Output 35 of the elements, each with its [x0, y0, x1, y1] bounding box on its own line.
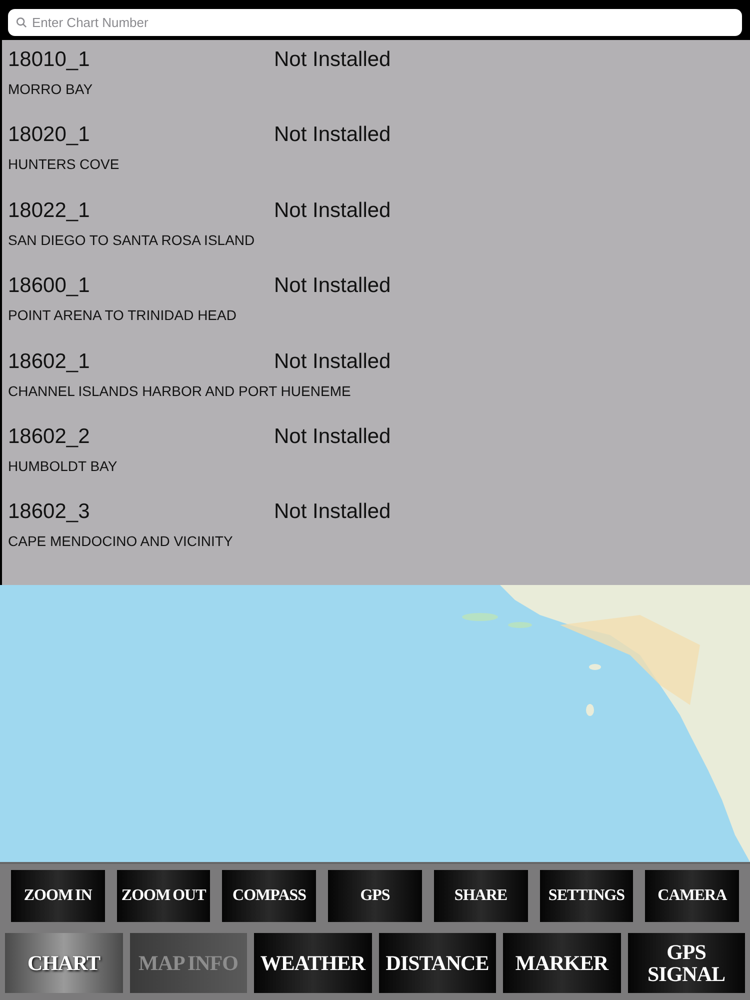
chart-name: SAN DIEGO TO SANTA ROSA ISLAND: [8, 232, 256, 248]
toolbar-button[interactable]: CHART: [5, 933, 122, 993]
install-status: Not Installed: [274, 198, 391, 223]
toolbar-button[interactable]: SETTINGS: [540, 870, 634, 922]
toolbar-button[interactable]: WEATHER: [254, 933, 372, 993]
install-status: Not Installed: [274, 274, 391, 298]
toolbar-button[interactable]: ZOOM IN: [11, 870, 105, 922]
toolbar-button[interactable]: COMPASS: [222, 870, 316, 922]
toolbar-button[interactable]: GPS: [328, 870, 422, 922]
search-field[interactable]: Enter Chart Number: [8, 9, 742, 36]
install-status: Not Installed: [274, 350, 391, 374]
install-status: Not Installed: [274, 500, 391, 524]
chart-number: 18022_1: [8, 198, 91, 223]
chart-number: 18600_1: [8, 274, 91, 298]
search-icon: [16, 17, 27, 28]
toolbar-button[interactable]: DISTANCE: [378, 933, 496, 993]
chart-number: 18020_1: [8, 123, 91, 148]
chart-name: POINT ARENA TO TRINIDAD HEAD: [8, 307, 238, 324]
toolbar-button[interactable]: MARKER: [503, 933, 620, 993]
chart-number: 18602_1: [8, 350, 91, 374]
chart-number: 18602_2: [8, 424, 91, 449]
install-status: Not Installed: [274, 123, 391, 148]
chart-name: HUMBOLDT BAY: [8, 458, 118, 474]
chart-name: MORRO BAY: [8, 81, 94, 97]
install-status: Not Installed: [274, 424, 391, 449]
install-status: Not Installed: [274, 48, 391, 72]
chart-name: CHANNEL ISLANDS HARBOR AND PORT HUENEME: [8, 382, 352, 399]
toolbar-button[interactable]: GPS SIGNAL: [628, 933, 745, 993]
toolbar-button[interactable]: SHARE: [434, 870, 528, 922]
chart-name: CAPE MENDOCINO AND VICINITY: [8, 533, 234, 550]
chart-number: 18010_1: [8, 48, 91, 72]
toolbar-button[interactable]: ZOOM OUT: [116, 870, 210, 922]
toolbar-button[interactable]: CAMERA: [645, 870, 740, 922]
chart-number: 18602_3: [8, 500, 91, 524]
chart-name: HUNTERS COVE: [8, 156, 120, 172]
